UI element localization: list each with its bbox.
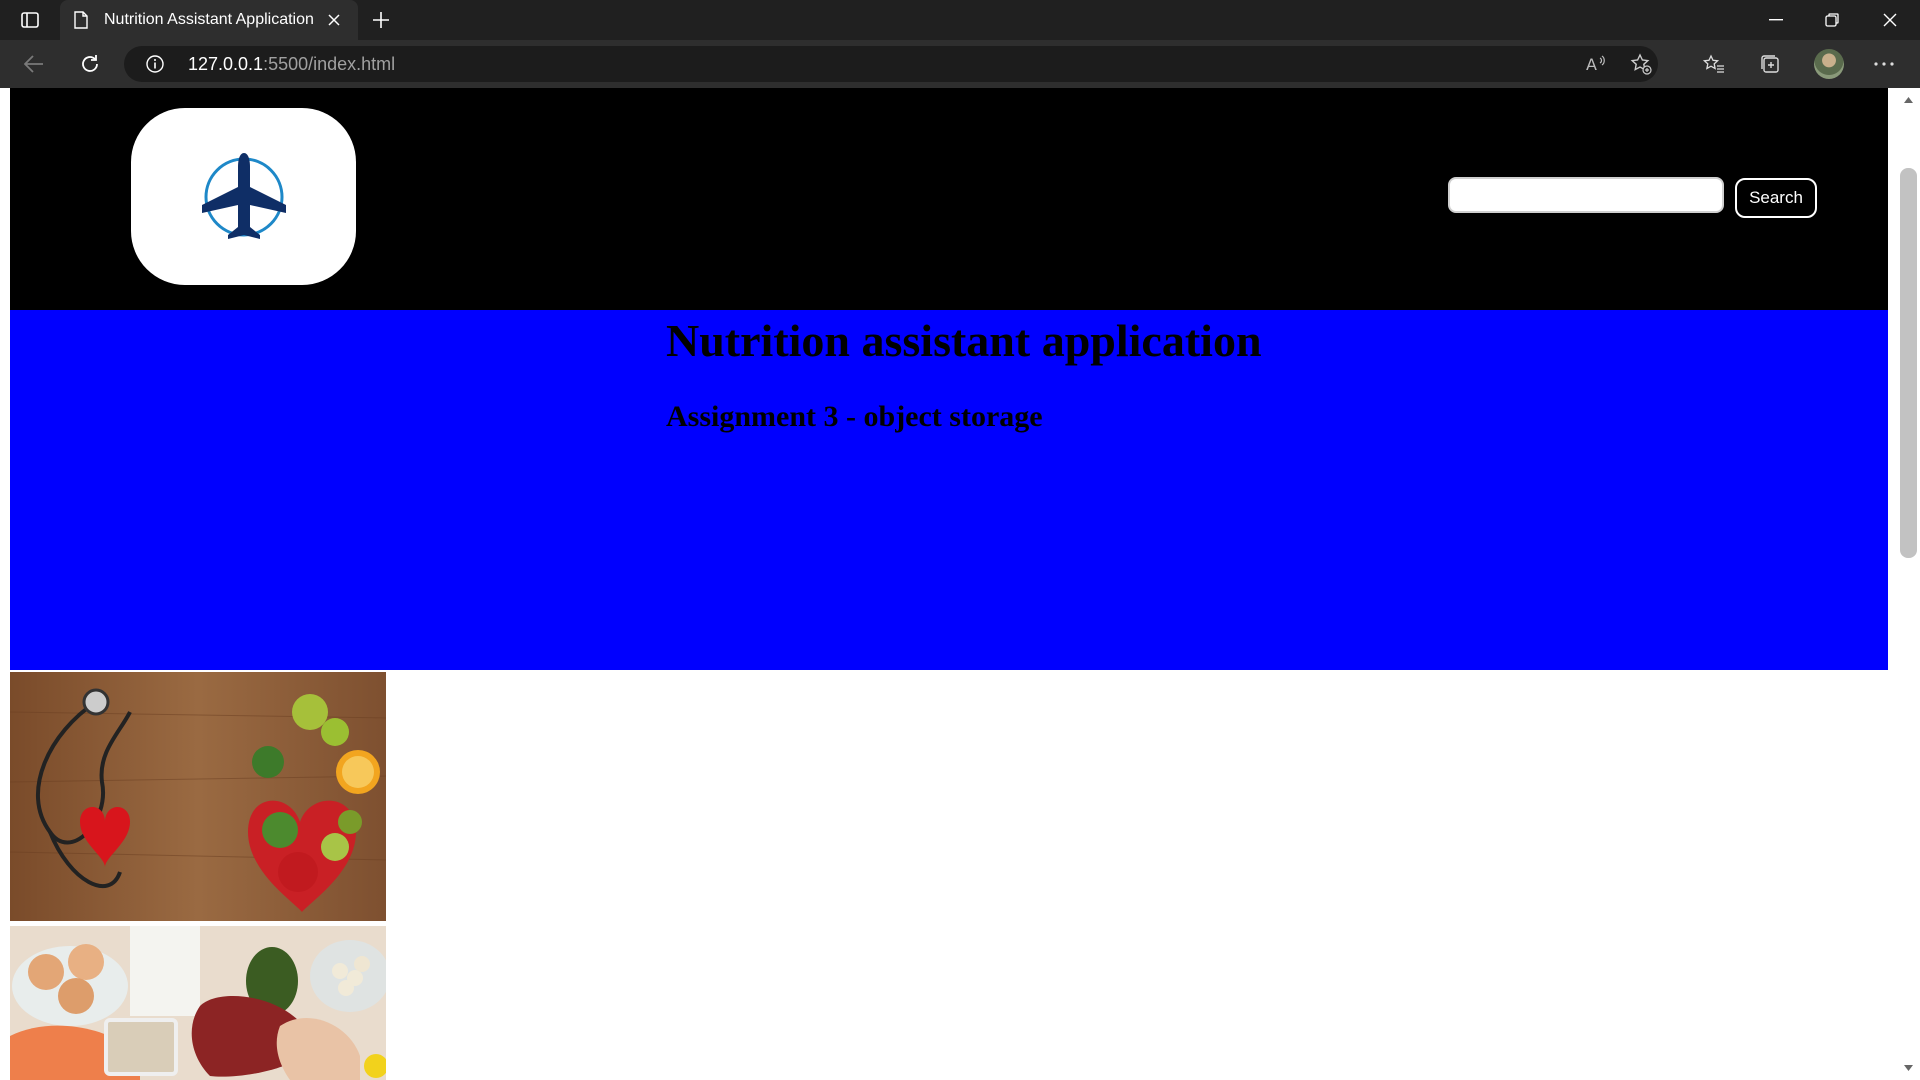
refresh-icon[interactable] [74, 48, 106, 80]
document-icon [74, 10, 90, 30]
info-icon[interactable] [146, 55, 164, 73]
svg-text:A: A [1586, 55, 1597, 74]
hero-banner: Nutrition assistant application Assignme… [10, 310, 1888, 670]
url-text: 127.0.0.1:5500/index.html [188, 54, 396, 74]
collections-icon[interactable] [1754, 48, 1786, 80]
plus-icon[interactable] [368, 8, 394, 32]
minimize-icon[interactable] [1748, 0, 1804, 40]
logo[interactable] [131, 108, 356, 285]
address-bar: 127.0.0.1:5500/index.html A [0, 40, 1920, 88]
page-title: Nutrition assistant application [666, 315, 1262, 366]
profile-avatar[interactable] [1814, 49, 1844, 79]
favorites-icon[interactable] [1698, 48, 1730, 80]
browser-tab[interactable]: Nutrition Assistant Application [60, 0, 358, 40]
page-subtitle: Assignment 3 - object storage [666, 400, 1043, 433]
close-icon[interactable] [324, 10, 344, 30]
search-input[interactable] [1448, 177, 1724, 213]
more-icon[interactable] [1868, 48, 1900, 80]
eggs-meat-fish-photo [10, 926, 386, 1080]
scrollbar-thumb[interactable] [1900, 168, 1917, 558]
scroll-down-arrow[interactable] [1901, 1060, 1916, 1075]
page-viewport: Search Nutrition assistant application A… [0, 88, 1920, 1080]
stethoscope-and-fruits-photo [10, 672, 386, 921]
page: Search Nutrition assistant application A… [10, 88, 1888, 1080]
url-field[interactable]: 127.0.0.1:5500/index.html A [124, 46, 1658, 82]
tab-title: Nutrition Assistant Application [104, 11, 314, 28]
site-header: Search [10, 88, 1888, 310]
back-icon[interactable] [18, 48, 50, 80]
add-favorite-icon[interactable] [1630, 53, 1652, 75]
window-close-icon[interactable] [1862, 0, 1918, 40]
scroll-up-arrow[interactable] [1901, 92, 1916, 107]
search-button[interactable]: Search [1735, 178, 1817, 218]
read-aloud-icon[interactable]: A [1586, 53, 1608, 75]
airplane-icon [201, 152, 286, 239]
restore-icon[interactable] [1804, 0, 1860, 40]
scrollbar[interactable] [1897, 88, 1920, 1080]
browser-tab-bar: Nutrition Assistant Application [0, 0, 1920, 40]
tab-actions-icon[interactable] [14, 8, 46, 32]
